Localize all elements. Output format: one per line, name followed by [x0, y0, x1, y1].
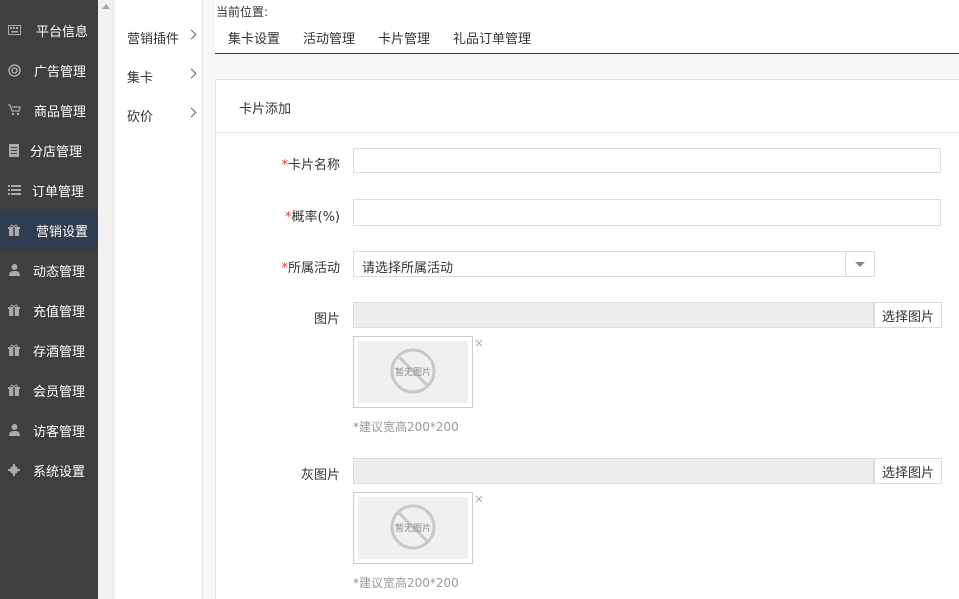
activity-select[interactable]: 请选择所属活动 — [353, 251, 875, 277]
chevron-right-icon — [186, 107, 197, 118]
choose-gray-image-button[interactable]: 选择图片 — [874, 458, 942, 484]
main-content: 当前位置: 集卡设置 活动管理 卡片管理 礼品订单管理 卡片添加 *卡片名称 *… — [215, 0, 959, 599]
sidebar-item-label: 系统设置 — [33, 464, 86, 480]
main-sidebar: 平台信息 广告管理 商品管理 分店管理 订单管理 营销设置 动态管理 充值管理 … — [0, 0, 98, 599]
user-icon — [7, 423, 21, 437]
image-preview: 暂无图片 — [353, 336, 473, 408]
sidebar-item-members[interactable]: 会员管理 — [0, 370, 98, 410]
activity-label: *所属活动 — [281, 257, 340, 276]
gift-icon — [7, 343, 21, 357]
submenu-item-label: 砍价 — [127, 109, 154, 125]
gear-icon — [7, 463, 21, 477]
image-path-field — [353, 302, 874, 328]
tab-gift-order-management[interactable]: 礼品订单管理 — [453, 28, 531, 47]
sidebar-item-wine-storage[interactable]: 存酒管理 — [0, 330, 98, 370]
cart-icon — [7, 103, 21, 117]
no-image-text: 暂无图片 — [394, 368, 431, 378]
remove-image-icon[interactable]: × — [474, 336, 484, 350]
gray-image-size-hint: *建议宽高200*200 — [353, 576, 459, 590]
sidebar-item-dynamics[interactable]: 动态管理 — [0, 250, 98, 290]
sidebar-item-platform-info[interactable]: 平台信息 — [0, 10, 98, 50]
sub-sidebar: 营销插件 集卡 砍价 — [115, 0, 203, 599]
sidebar-item-visitors[interactable]: 访客管理 — [0, 410, 98, 450]
card-name-input[interactable] — [353, 148, 941, 173]
panel-header: 卡片添加 — [216, 79, 959, 133]
card-name-label-text: 卡片名称 — [287, 158, 340, 173]
sidebar-item-label: 订单管理 — [32, 184, 85, 200]
sidebar-item-system[interactable]: 系统设置 — [0, 450, 98, 490]
document-icon — [7, 143, 21, 157]
tab-activity-management[interactable]: 活动管理 — [303, 28, 355, 47]
sidebar-item-label: 平台信息 — [36, 24, 89, 40]
lifebuoy-icon — [7, 63, 21, 77]
remove-gray-image-icon[interactable]: × — [474, 492, 484, 506]
gift-icon — [7, 303, 21, 317]
sidebar-item-orders[interactable]: 订单管理 — [0, 170, 98, 210]
image-label: 图片 — [313, 312, 340, 327]
scroll-up-icon[interactable] — [102, 4, 110, 9]
list-icon — [7, 183, 21, 197]
tab-card-management[interactable]: 卡片管理 — [378, 28, 430, 47]
activity-label-text: 所属活动 — [287, 261, 340, 276]
probability-label-text: 概率(%) — [291, 210, 341, 225]
choose-image-button[interactable]: 选择图片 — [874, 302, 942, 328]
gray-image-label: 灰图片 — [300, 468, 340, 483]
tab-gap — [215, 54, 959, 79]
sidebar-item-recharge[interactable]: 充值管理 — [0, 290, 98, 330]
no-image-text: 暂无图片 — [394, 524, 431, 534]
chevron-right-icon — [186, 29, 197, 40]
keyboard-icon — [7, 23, 21, 37]
gift-icon — [7, 383, 21, 397]
submenu-item-marketing-plugins[interactable]: 营销插件 — [127, 27, 205, 47]
tab-card-settings[interactable]: 集卡设置 — [228, 28, 280, 47]
sidebar-item-label: 分店管理 — [30, 144, 83, 160]
gift-icon — [7, 223, 21, 237]
sidebar-item-label: 广告管理 — [34, 64, 87, 80]
content-gutter — [203, 0, 215, 599]
activity-select-value: 请选择所属活动 — [362, 261, 454, 276]
sidebar-scrollbar[interactable] — [98, 0, 115, 599]
probability-label: *概率(%) — [285, 206, 340, 225]
sidebar-item-label: 动态管理 — [33, 264, 86, 280]
probability-input[interactable] — [353, 199, 941, 226]
submenu-item-bargain[interactable]: 砍价 — [127, 105, 205, 125]
card-name-label: *卡片名称 — [281, 154, 340, 173]
sidebar-item-label: 商品管理 — [34, 104, 87, 120]
sidebar-item-branches[interactable]: 分店管理 — [0, 130, 98, 170]
breadcrumb: 当前位置: — [216, 5, 269, 19]
sidebar-item-label: 营销设置 — [36, 224, 89, 240]
sidebar-item-goods[interactable]: 商品管理 — [0, 90, 98, 130]
panel-title: 卡片添加 — [239, 102, 292, 117]
image-placeholder: 暂无图片 — [358, 341, 468, 403]
gray-image-preview: 暂无图片 — [353, 492, 473, 564]
image-size-hint: *建议宽高200*200 — [353, 420, 459, 434]
sidebar-item-marketing[interactable]: 营销设置 — [0, 210, 98, 250]
submenu-item-collect-cards[interactable]: 集卡 — [127, 66, 205, 86]
sidebar-item-label: 充值管理 — [33, 304, 86, 320]
submenu-item-label: 营销插件 — [127, 31, 180, 47]
gray-image-placeholder: 暂无图片 — [358, 497, 468, 559]
sidebar-item-ads[interactable]: 广告管理 — [0, 50, 98, 90]
gray-image-path-field — [353, 458, 874, 484]
sidebar-item-label: 会员管理 — [33, 384, 86, 400]
chevron-right-icon — [186, 68, 197, 79]
sidebar-item-label: 访客管理 — [33, 424, 86, 440]
tab-bar: 集卡设置 活动管理 卡片管理 礼品订单管理 — [215, 22, 959, 54]
submenu-item-label: 集卡 — [127, 70, 154, 86]
sidebar-item-label: 存酒管理 — [33, 344, 86, 360]
card-add-panel: 卡片添加 *卡片名称 *概率(%) *所属活动 请选择所属活动 图片 选择图片 … — [215, 79, 959, 599]
chevron-down-icon[interactable] — [845, 252, 874, 276]
user-icon — [7, 263, 21, 277]
